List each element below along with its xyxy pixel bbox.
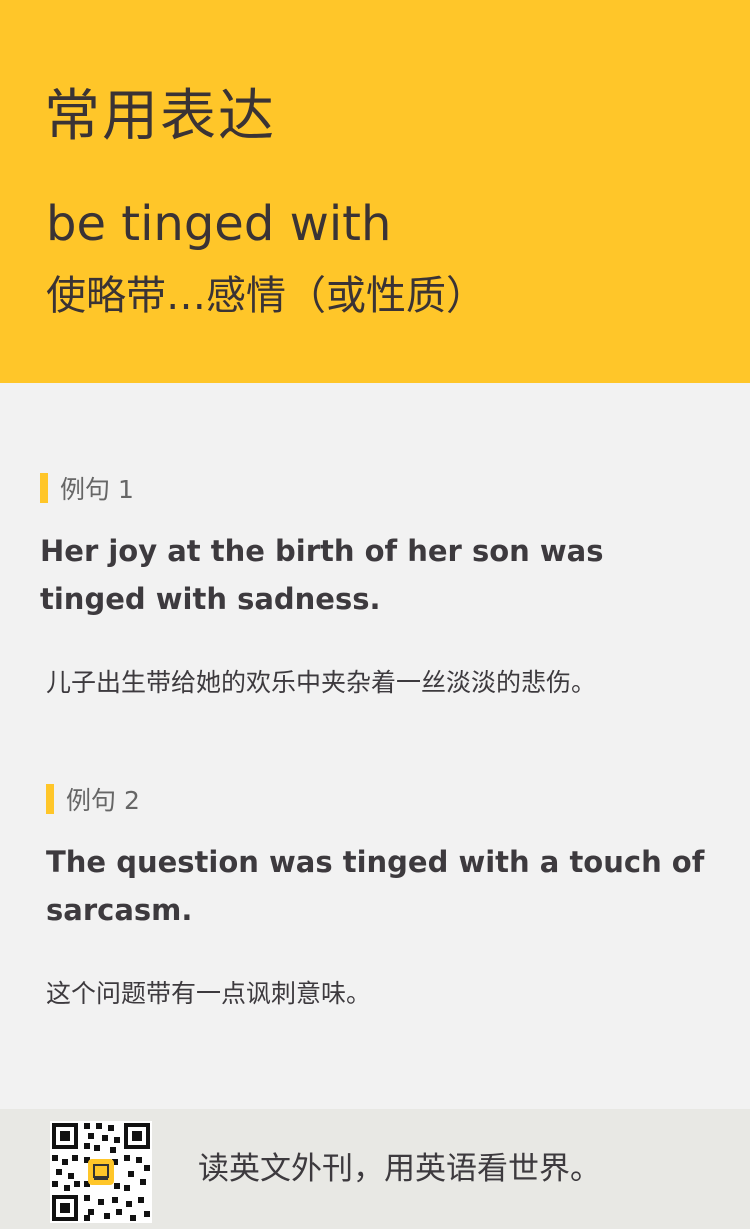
footer: 读英文外刊，用英语看世界。	[0, 1109, 750, 1229]
expression-meaning: 使略带…感情（或性质）	[46, 273, 486, 319]
example-chinese: 这个问题带有一点讽刺意味。	[46, 979, 372, 1008]
example-chinese: 儿子出生带给她的欢乐中夹杂着一丝淡淡的悲伤。	[46, 668, 597, 697]
example-label: 例句 2	[46, 782, 726, 816]
label-accent-bar	[40, 473, 48, 503]
example-label: 例句 1	[40, 471, 720, 505]
footer-slogan: 读英文外刊，用英语看世界。	[198, 1151, 601, 1187]
expression-phrase: be tinged with	[46, 196, 392, 252]
example-2: 例句 2 The question was tinged with a touc…	[46, 782, 726, 1014]
example-label-text: 例句 1	[60, 475, 134, 504]
page-title: 常用表达	[44, 84, 276, 149]
example-1: 例句 1 Her joy at the birth of her son was…	[40, 471, 720, 703]
label-accent-bar	[46, 784, 54, 814]
header-banner: 常用表达 be tinged with 使略带…感情（或性质）	[0, 0, 750, 383]
qr-code-graphic	[50, 1121, 152, 1223]
qr-code-icon[interactable]	[50, 1121, 152, 1223]
example-english: The question was tinged with a touch of …	[46, 845, 705, 927]
example-label-text: 例句 2	[66, 786, 140, 815]
example-english: Her joy at the birth of her son was ting…	[40, 534, 604, 616]
